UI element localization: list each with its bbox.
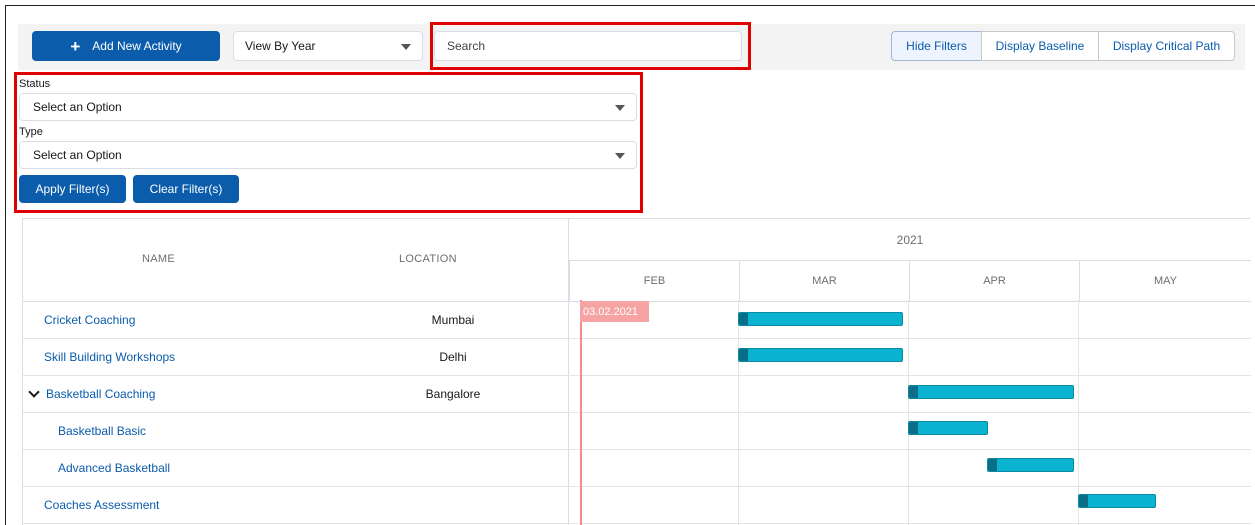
bar-progress: [909, 386, 918, 398]
timeline-year: 2021: [569, 219, 1251, 261]
grid-header: NAME LOCATION: [23, 219, 569, 302]
chevron-down-icon: [615, 105, 625, 111]
filters-panel: Status Select an Option Type Select an O…: [19, 77, 637, 203]
today-marker-line: [580, 300, 582, 525]
chevron-down-icon: [615, 153, 625, 159]
activity-location: Delhi: [439, 350, 467, 364]
add-new-activity-button[interactable]: + Add New Activity: [32, 31, 220, 61]
table-row: Skill Building Workshops Delhi: [23, 339, 1251, 376]
chevron-down-icon: [401, 44, 411, 50]
gantt-bar[interactable]: [908, 385, 1074, 399]
activity-name-link[interactable]: Skill Building Workshops: [44, 339, 175, 375]
bar-progress: [988, 459, 997, 471]
gantt-bar[interactable]: [738, 348, 903, 362]
activity-name-link[interactable]: Basketball Coaching: [46, 376, 155, 412]
type-value: Select an Option: [33, 148, 122, 162]
view-by-value: View By Year: [245, 39, 316, 53]
add-new-activity-label: Add New Activity: [92, 39, 182, 53]
bar-progress: [1079, 495, 1088, 507]
hide-filters-button[interactable]: Hide Filters: [891, 31, 982, 61]
gantt-grid: NAME LOCATION 2021 FEB MAR APR MAY Crick…: [22, 218, 1251, 525]
activity-name-link[interactable]: Basketball Basic: [58, 413, 146, 449]
month-gridline: [908, 300, 909, 525]
filter-actions: Apply Filter(s) Clear Filter(s): [19, 175, 637, 203]
plus-icon: +: [70, 36, 81, 56]
timeline-month-may: MAY: [1079, 261, 1251, 302]
activity-location: Mumbai: [431, 313, 475, 327]
display-critical-path-button[interactable]: Display Critical Path: [1098, 31, 1235, 61]
search-highlight-box: [430, 22, 751, 70]
activity-location: Bangalore: [425, 387, 481, 401]
gantt-bar[interactable]: [1078, 494, 1156, 508]
timeline-month-mar: MAR: [739, 261, 909, 302]
display-baseline-button[interactable]: Display Baseline: [981, 31, 1099, 61]
activity-name-link[interactable]: Coaches Assessment: [44, 487, 159, 523]
timeline-month-apr: APR: [909, 261, 1079, 302]
month-gridline: [738, 300, 739, 525]
bar-progress: [909, 422, 918, 434]
activity-name-link[interactable]: Advanced Basketball: [58, 450, 170, 486]
clear-filters-button[interactable]: Clear Filter(s): [133, 175, 239, 203]
bar-progress: [739, 313, 748, 325]
type-label: Type: [19, 126, 43, 138]
status-select[interactable]: Select an Option: [19, 93, 637, 121]
timeline-month-feb: FEB: [569, 261, 739, 302]
location-column-header[interactable]: LOCATION: [399, 253, 457, 265]
apply-filters-button[interactable]: Apply Filter(s): [19, 175, 126, 203]
bar-progress: [739, 349, 748, 361]
today-marker-label: 03.02.2021: [580, 301, 649, 322]
table-row: Basketball Basic: [23, 413, 1251, 450]
month-gridline: [1078, 300, 1079, 525]
view-options-button-group: Hide Filters Display Baseline Display Cr…: [891, 31, 1235, 61]
chevron-down-icon[interactable]: [28, 386, 40, 398]
view-by-select[interactable]: View By Year: [233, 31, 423, 61]
status-label: Status: [19, 78, 51, 90]
gantt-bar[interactable]: [987, 458, 1074, 472]
type-select[interactable]: Select an Option: [19, 141, 637, 169]
table-row: Coaches Assessment: [23, 487, 1251, 524]
activity-name-link[interactable]: Cricket Coaching: [44, 302, 135, 338]
name-column-header[interactable]: NAME: [142, 253, 175, 265]
status-value: Select an Option: [33, 100, 122, 114]
gantt-bar[interactable]: [908, 421, 988, 435]
gantt-bar[interactable]: [738, 312, 903, 326]
